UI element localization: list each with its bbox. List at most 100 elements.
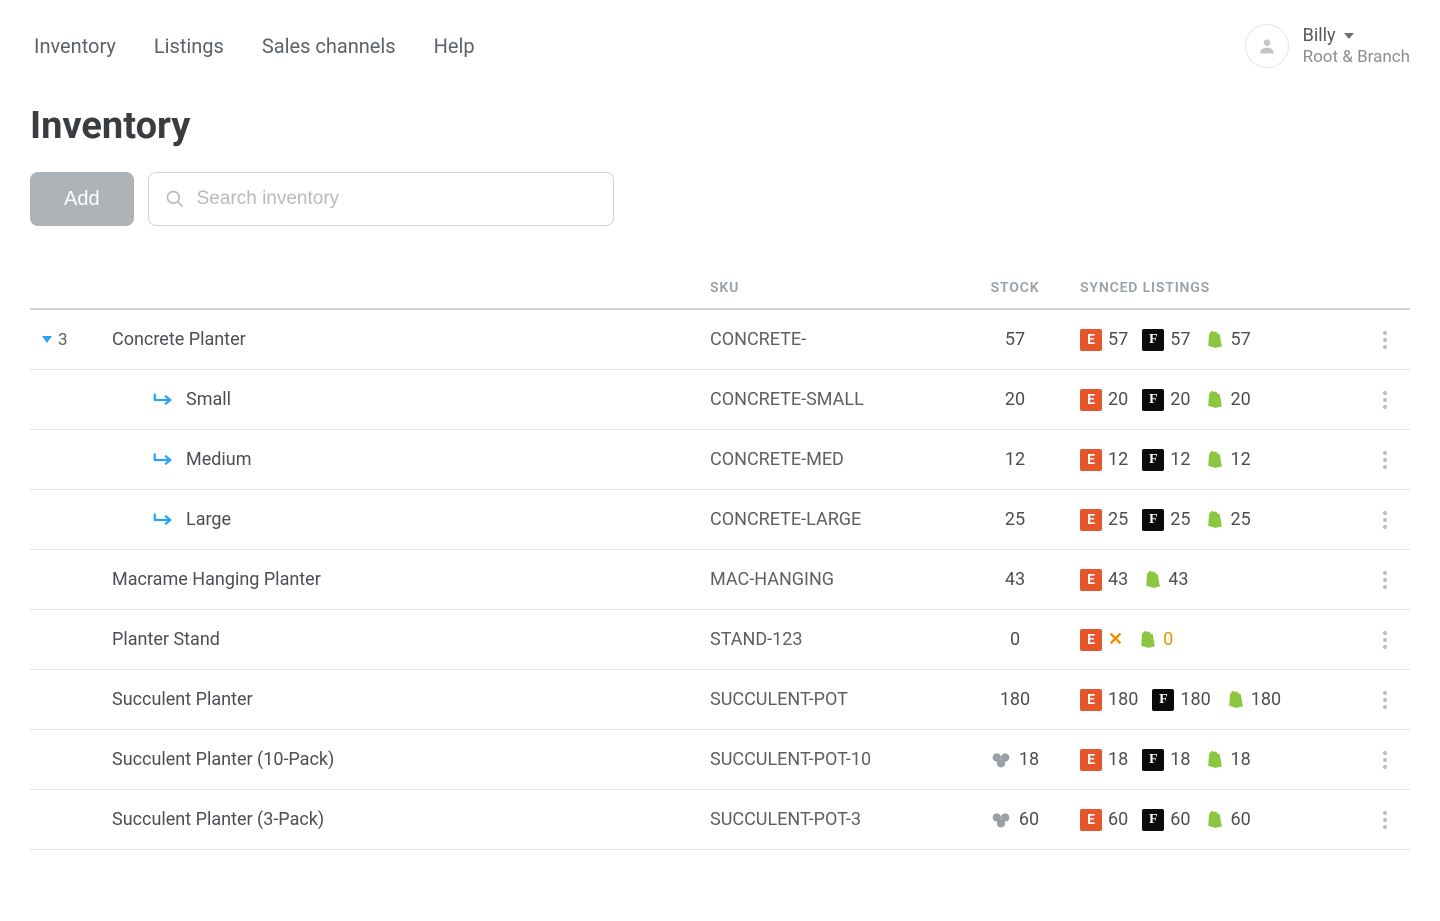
synced-listing-faire[interactable]: F 25 — [1142, 509, 1190, 531]
listing-value: 60 — [1170, 809, 1190, 830]
etsy-icon: E — [1080, 449, 1102, 471]
synced-listing-faire[interactable]: F20 — [1142, 389, 1190, 411]
item-name: Planter Stand — [112, 629, 220, 650]
more-actions-icon[interactable] — [1383, 751, 1387, 769]
more-actions-icon[interactable] — [1383, 631, 1387, 649]
more-actions-icon[interactable] — [1383, 691, 1387, 709]
table-row[interactable]: Planter StandSTAND-1230E✕0 — [30, 610, 1410, 670]
table-row[interactable]: Succulent PlanterSUCCULENT-POT180E180F18… — [30, 670, 1410, 730]
stock-value: 180 — [1000, 689, 1030, 710]
synced-listing-shopify[interactable]: 57 — [1204, 329, 1250, 351]
table-row[interactable]: Small CONCRETE-SMALL20E20F2020 — [30, 370, 1410, 430]
listing-value: 25 — [1170, 509, 1190, 530]
etsy-icon: E — [1080, 569, 1102, 591]
item-name: Small — [186, 389, 231, 410]
listing-value: 43 — [1168, 569, 1188, 590]
add-button[interactable]: Add — [30, 172, 134, 226]
synced-listing-etsy[interactable]: E60 — [1080, 809, 1128, 831]
shopify-icon — [1204, 509, 1224, 531]
etsy-icon: E — [1080, 509, 1102, 531]
stock-value: 18 — [1019, 749, 1039, 770]
item-name: Succulent Planter (3-Pack) — [112, 809, 324, 830]
faire-icon: F — [1142, 509, 1164, 531]
table-row[interactable]: Macrame Hanging PlanterMAC-HANGING43E434… — [30, 550, 1410, 610]
listing-value: 12 — [1108, 449, 1128, 470]
synced-listing-etsy[interactable]: E 20 — [1080, 389, 1128, 411]
table-row[interactable]: Succulent Planter (3-Pack)SUCCULENT-POT-… — [30, 790, 1410, 850]
listing-value: 0 — [1163, 629, 1173, 650]
person-icon — [1257, 36, 1277, 56]
synced-listing-shopify[interactable]: 60 — [1204, 809, 1250, 831]
synced-listing-etsy[interactable]: E180 — [1080, 689, 1138, 711]
synced-listing-etsy[interactable]: E 57 — [1080, 329, 1128, 351]
synced-listing-shopify[interactable]: 12 — [1204, 449, 1250, 471]
nav-link-sales-channels[interactable]: Sales channels — [262, 34, 396, 58]
search-icon — [165, 189, 185, 209]
nav-link-inventory[interactable]: Inventory — [34, 34, 116, 58]
table-row[interactable]: Medium CONCRETE-MED12E12F1212 — [30, 430, 1410, 490]
synced-listing-shopify[interactable]: 43 — [1142, 569, 1188, 591]
synced-listing-etsy[interactable]: E✕ — [1080, 629, 1123, 651]
synced-listing-faire[interactable]: F180 — [1152, 689, 1210, 711]
more-actions-icon[interactable] — [1383, 811, 1387, 829]
synced-listing-faire[interactable]: F57 — [1142, 329, 1190, 351]
listing-value: 180 — [1180, 689, 1210, 710]
search-field[interactable] — [148, 172, 614, 226]
shopify-icon — [1225, 689, 1245, 711]
table-row[interactable]: Succulent Planter (10-Pack)SUCCULENT-POT… — [30, 730, 1410, 790]
synced-listing-faire[interactable]: F 12 — [1142, 449, 1190, 471]
synced-listing-faire[interactable]: F60 — [1142, 809, 1190, 831]
faire-icon: F — [1142, 749, 1164, 771]
more-actions-icon[interactable] — [1383, 511, 1387, 529]
listing-value: 57 — [1170, 329, 1190, 350]
listing-value: 18 — [1230, 749, 1250, 770]
user-menu[interactable]: Billy Root & Branch — [1245, 24, 1410, 68]
synced-listing-shopify[interactable]: 180 — [1225, 689, 1281, 711]
user-meta: Billy Root & Branch — [1303, 25, 1410, 67]
etsy-icon: E — [1080, 389, 1102, 411]
listing-value: 57 — [1230, 329, 1250, 350]
faire-icon: F — [1142, 449, 1164, 471]
synced-listing-shopify[interactable]: 25 — [1204, 509, 1250, 531]
stock-value: 12 — [1005, 449, 1025, 470]
expand-toggle-icon[interactable] — [42, 336, 52, 343]
synced-listing-shopify[interactable]: 18 — [1204, 749, 1250, 771]
stock-value: 43 — [1005, 569, 1025, 590]
nav-link-listings[interactable]: Listings — [154, 34, 224, 58]
synced-listing-etsy[interactable]: E43 — [1080, 569, 1128, 591]
stock-value: 57 — [1005, 329, 1025, 350]
nav-link-help[interactable]: Help — [434, 34, 475, 58]
more-actions-icon[interactable] — [1383, 331, 1387, 349]
more-actions-icon[interactable] — [1383, 451, 1387, 469]
shopify-icon — [1137, 629, 1157, 651]
listing-value: 60 — [1108, 809, 1128, 830]
more-actions-icon[interactable] — [1383, 571, 1387, 589]
synced-listing-shopify[interactable]: 20 — [1204, 389, 1250, 411]
sku-value: MAC-HANGING — [710, 569, 950, 590]
etsy-icon: E — [1080, 329, 1102, 351]
search-input[interactable] — [195, 173, 613, 225]
sku-value: SUCCULENT-POT — [710, 689, 950, 710]
listing-value: 57 — [1108, 329, 1128, 350]
more-actions-icon[interactable] — [1383, 391, 1387, 409]
listing-value: 12 — [1170, 449, 1190, 470]
synced-listing-etsy[interactable]: E18 — [1080, 749, 1128, 771]
listing-value: 60 — [1230, 809, 1250, 830]
synced-listing-faire[interactable]: F18 — [1142, 749, 1190, 771]
error-x-icon: ✕ — [1108, 629, 1123, 650]
listing-value: 20 — [1230, 389, 1250, 410]
synced-listing-etsy[interactable]: E25 — [1080, 509, 1128, 531]
child-arrow-icon — [152, 452, 174, 468]
synced-listing-shopify[interactable]: 0 — [1137, 629, 1173, 651]
synced-listing-etsy[interactable]: E 12 — [1080, 449, 1128, 471]
table-row[interactable]: Large CONCRETE-LARGE25E25F2525 — [30, 490, 1410, 550]
shopify-icon — [1204, 329, 1224, 351]
etsy-icon: E — [1080, 629, 1102, 651]
sku-value: CONCRETE-MED — [710, 449, 950, 470]
table-row[interactable]: 3Concrete PlanterCONCRETE-57E57F5757 — [30, 310, 1410, 370]
listing-value: 180 — [1251, 689, 1281, 710]
item-name: Succulent Planter (10-Pack) — [112, 749, 334, 770]
listing-value: 20 — [1108, 389, 1128, 410]
listing-value: 18 — [1108, 749, 1128, 770]
faire-icon: F — [1142, 389, 1164, 411]
